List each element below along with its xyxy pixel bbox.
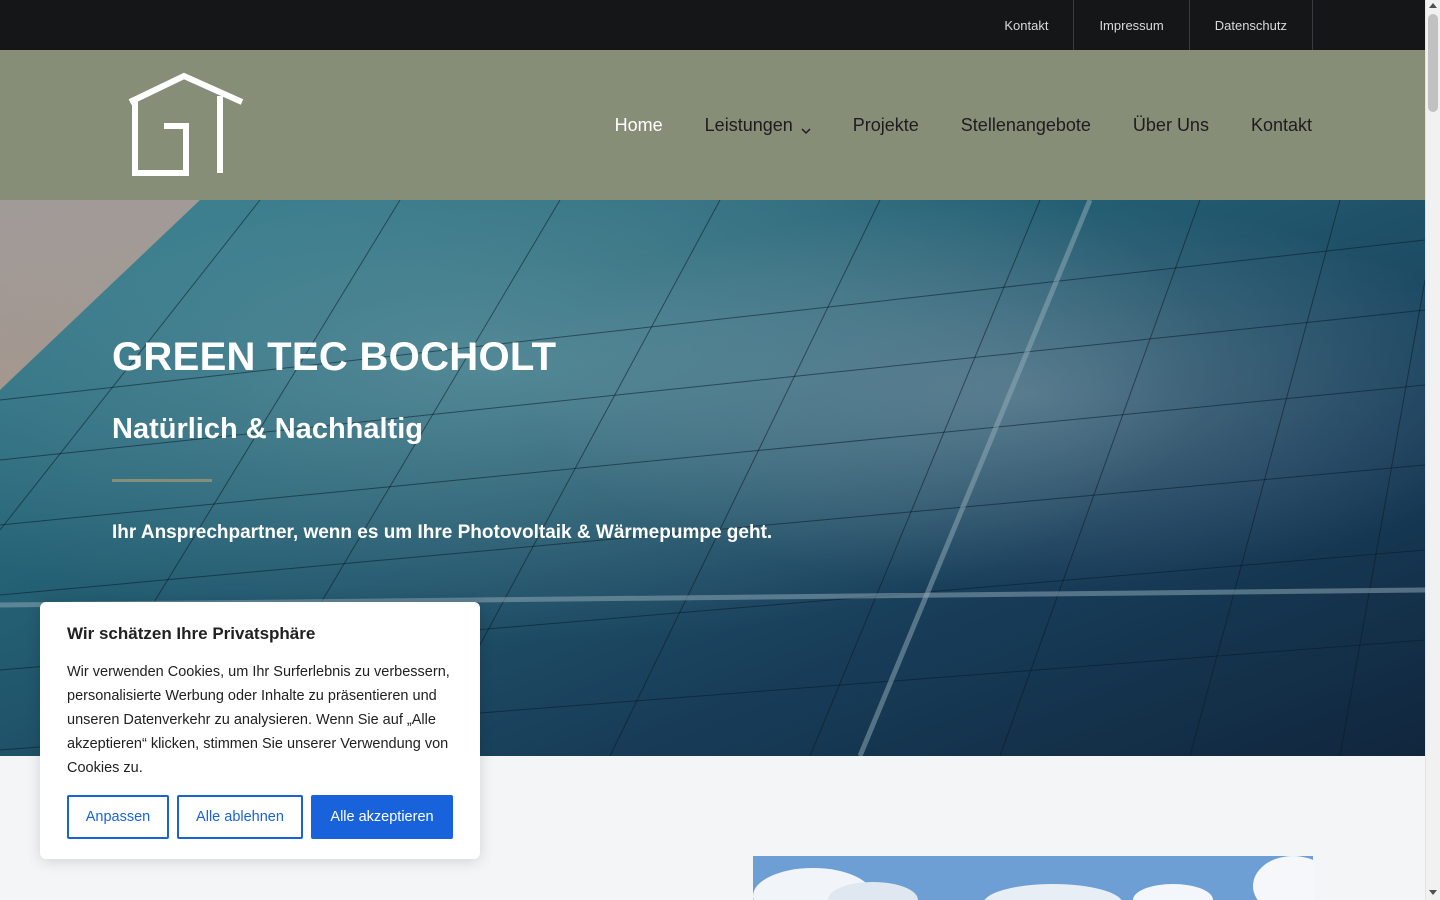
topbar-link-datenschutz[interactable]: Datenschutz bbox=[1190, 0, 1313, 50]
scrollbar-thumb[interactable] bbox=[1428, 14, 1438, 112]
top-utility-bar: Kontakt Impressum Datenschutz bbox=[0, 0, 1425, 50]
cookie-consent-banner: Wir schätzen Ihre Privatsphäre Wir verwe… bbox=[40, 602, 480, 859]
hero-subtitle: Natürlich & Nachhaltig bbox=[112, 413, 423, 445]
nav-item-kontakt[interactable]: Kontakt bbox=[1251, 115, 1312, 136]
gt-house-logo-icon[interactable] bbox=[128, 72, 246, 180]
scroll-up-arrow-icon[interactable] bbox=[1429, 3, 1437, 8]
nav-item-projekte[interactable]: Projekte bbox=[853, 115, 919, 136]
nav-item-leistungen[interactable]: Leistungen bbox=[705, 115, 811, 136]
cookie-button-group: Anpassen Alle ablehnen Alle akzeptieren bbox=[67, 795, 453, 839]
top-utility-links: Kontakt Impressum Datenschutz bbox=[979, 0, 1313, 50]
accept-all-button[interactable]: Alle akzeptieren bbox=[311, 795, 453, 839]
nav-item-label: Leistungen bbox=[704, 114, 793, 135]
cookie-description: Wir verwenden Cookies, um Ihr Surferlebn… bbox=[67, 664, 450, 776]
nav-item-label: Projekte bbox=[852, 114, 919, 135]
nav-item-label: Über Uns bbox=[1132, 114, 1209, 135]
hero-divider bbox=[112, 479, 212, 482]
reject-all-button[interactable]: Alle ablehnen bbox=[177, 795, 303, 839]
topbar-link-kontakt[interactable]: Kontakt bbox=[979, 0, 1075, 50]
page-scrollbar[interactable] bbox=[1425, 0, 1440, 900]
customize-button[interactable]: Anpassen bbox=[67, 795, 169, 839]
content-sky-image bbox=[753, 856, 1313, 900]
site-header: Home Leistungen Projekte Stellenangebote… bbox=[0, 50, 1425, 200]
nav-item-ueber-uns[interactable]: Über Uns bbox=[1133, 115, 1209, 136]
scroll-down-arrow-icon[interactable] bbox=[1429, 890, 1437, 895]
topbar-link-impressum[interactable]: Impressum bbox=[1074, 0, 1190, 50]
nav-item-label: Stellenangebote bbox=[960, 114, 1091, 135]
cookie-title: Wir schätzen Ihre Privatsphäre bbox=[67, 624, 316, 643]
hero-tagline: Ihr Ansprechpartner, wenn es um Ihre Pho… bbox=[112, 522, 773, 543]
nav-item-home[interactable]: Home bbox=[615, 115, 663, 136]
nav-item-label: Home bbox=[614, 114, 663, 135]
chevron-down-icon bbox=[801, 120, 811, 135]
hero-title: GREEN TEC BOCHOLT bbox=[112, 335, 557, 379]
main-navigation: Home Leistungen Projekte Stellenangebote… bbox=[615, 50, 1312, 200]
nav-item-stellenangebote[interactable]: Stellenangebote bbox=[961, 115, 1091, 136]
nav-item-label: Kontakt bbox=[1250, 114, 1312, 135]
